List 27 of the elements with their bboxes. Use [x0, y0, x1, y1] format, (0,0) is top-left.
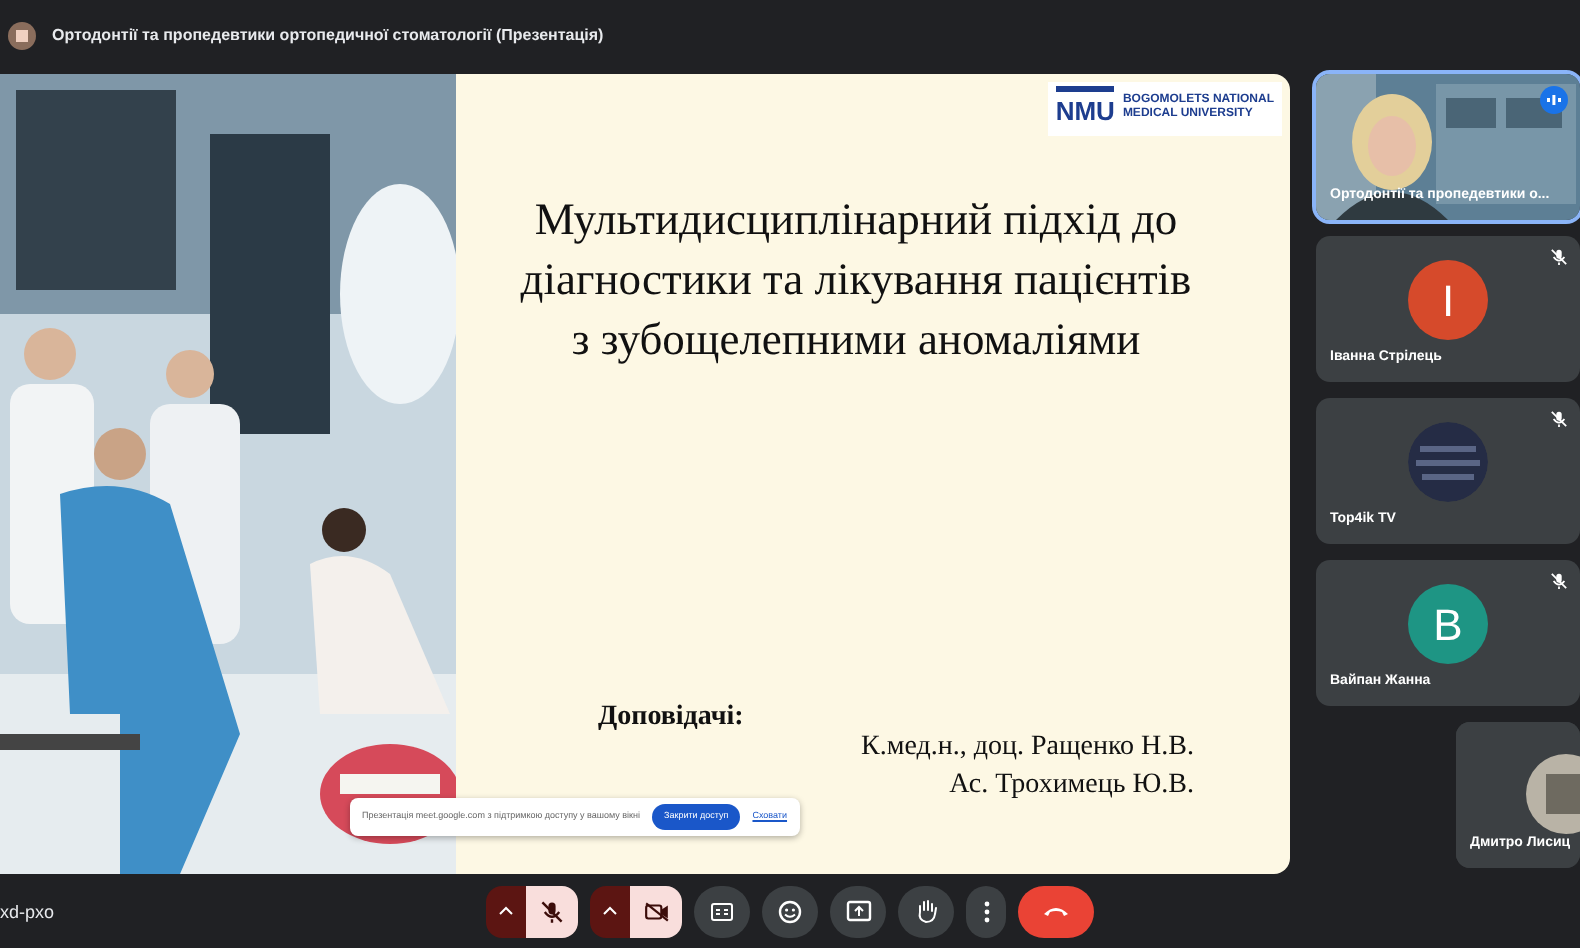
present-screen-button[interactable]: [830, 885, 886, 937]
captions-button[interactable]: [694, 885, 750, 937]
slide-title: Мультидисциплінарний підхід до діагностики та лікування пацієнтів з зубощелепними аномаліями: [518, 192, 1194, 368]
microphone-off-icon: [540, 899, 564, 923]
more-options-button[interactable]: [966, 885, 1006, 937]
raise-hand-button[interactable]: [898, 885, 954, 937]
microphone-button[interactable]: [526, 885, 578, 937]
speakers-label: Доповідачі:: [598, 700, 744, 736]
phone-hang-up-icon: [1042, 904, 1070, 918]
caret-icon: [602, 906, 618, 916]
camera-button[interactable]: [630, 885, 682, 937]
emoji-button[interactable]: [762, 885, 818, 937]
more-icon: [983, 899, 989, 923]
caret-icon: [498, 906, 514, 916]
hand-icon: [915, 898, 937, 924]
emoji-icon: [778, 899, 802, 923]
leave-call-button[interactable]: [1018, 885, 1094, 937]
captions-icon: [710, 901, 734, 921]
meeting-code: xd-pxo: [0, 900, 55, 926]
present-screen-icon: [845, 900, 871, 922]
speaker-name: Ас. Трохимець Ю.В.: [947, 767, 1194, 804]
presentation-icon: [8, 21, 36, 49]
avatar: І: [1408, 260, 1488, 340]
speaker-name: К.мед.н., доц. Ращенко Н.В.: [861, 730, 1194, 766]
camera-off-icon: [643, 899, 669, 923]
meeting-title: Ортодонтії та пропедевтики ортопедичної стоматології (Презентація): [52, 23, 604, 47]
avatar: В: [1408, 584, 1488, 664]
